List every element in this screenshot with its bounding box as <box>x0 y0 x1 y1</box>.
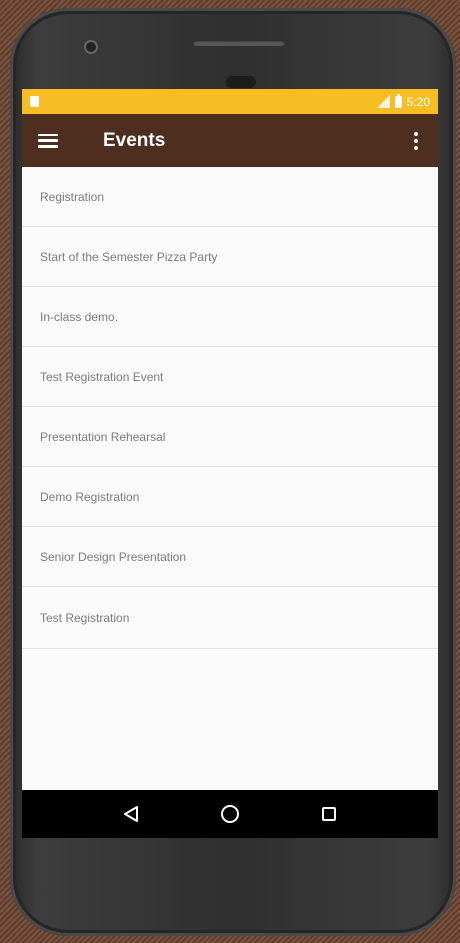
event-item[interactable]: Test Registration <box>22 587 438 649</box>
app-screen: 5:20 Events Registration Start of the Se… <box>22 89 438 830</box>
home-circle-icon[interactable] <box>210 794 250 834</box>
battery-icon <box>394 93 402 108</box>
status-bar: 5:20 <box>22 89 438 114</box>
page-title: Events <box>103 129 166 151</box>
back-triangle-icon[interactable] <box>111 794 151 834</box>
event-item[interactable]: Test Registration Event <box>22 347 438 407</box>
signal-icon <box>376 95 390 108</box>
system-navigation-bar <box>22 790 438 838</box>
phone-top-bezel <box>10 8 456 100</box>
proximity-sensor <box>226 76 256 88</box>
front-camera <box>84 40 98 54</box>
app-toolbar: Events <box>22 114 438 167</box>
more-vert-icon[interactable] <box>406 131 426 151</box>
earpiece-speaker <box>193 40 285 46</box>
event-item[interactable]: Demo Registration <box>22 467 438 527</box>
hamburger-menu-icon[interactable] <box>38 133 58 148</box>
event-list: Registration Start of the Semester Pizza… <box>22 167 438 649</box>
event-item[interactable]: In-class demo. <box>22 287 438 347</box>
notification-icon <box>30 96 39 107</box>
recents-square-icon[interactable] <box>309 794 349 834</box>
event-item[interactable]: Start of the Semester Pizza Party <box>22 227 438 287</box>
event-item[interactable]: Presentation Rehearsal <box>22 407 438 467</box>
event-item[interactable]: Senior Design Presentation <box>22 527 438 587</box>
status-time: 5:20 <box>406 94 430 109</box>
event-item[interactable]: Registration <box>22 167 438 227</box>
